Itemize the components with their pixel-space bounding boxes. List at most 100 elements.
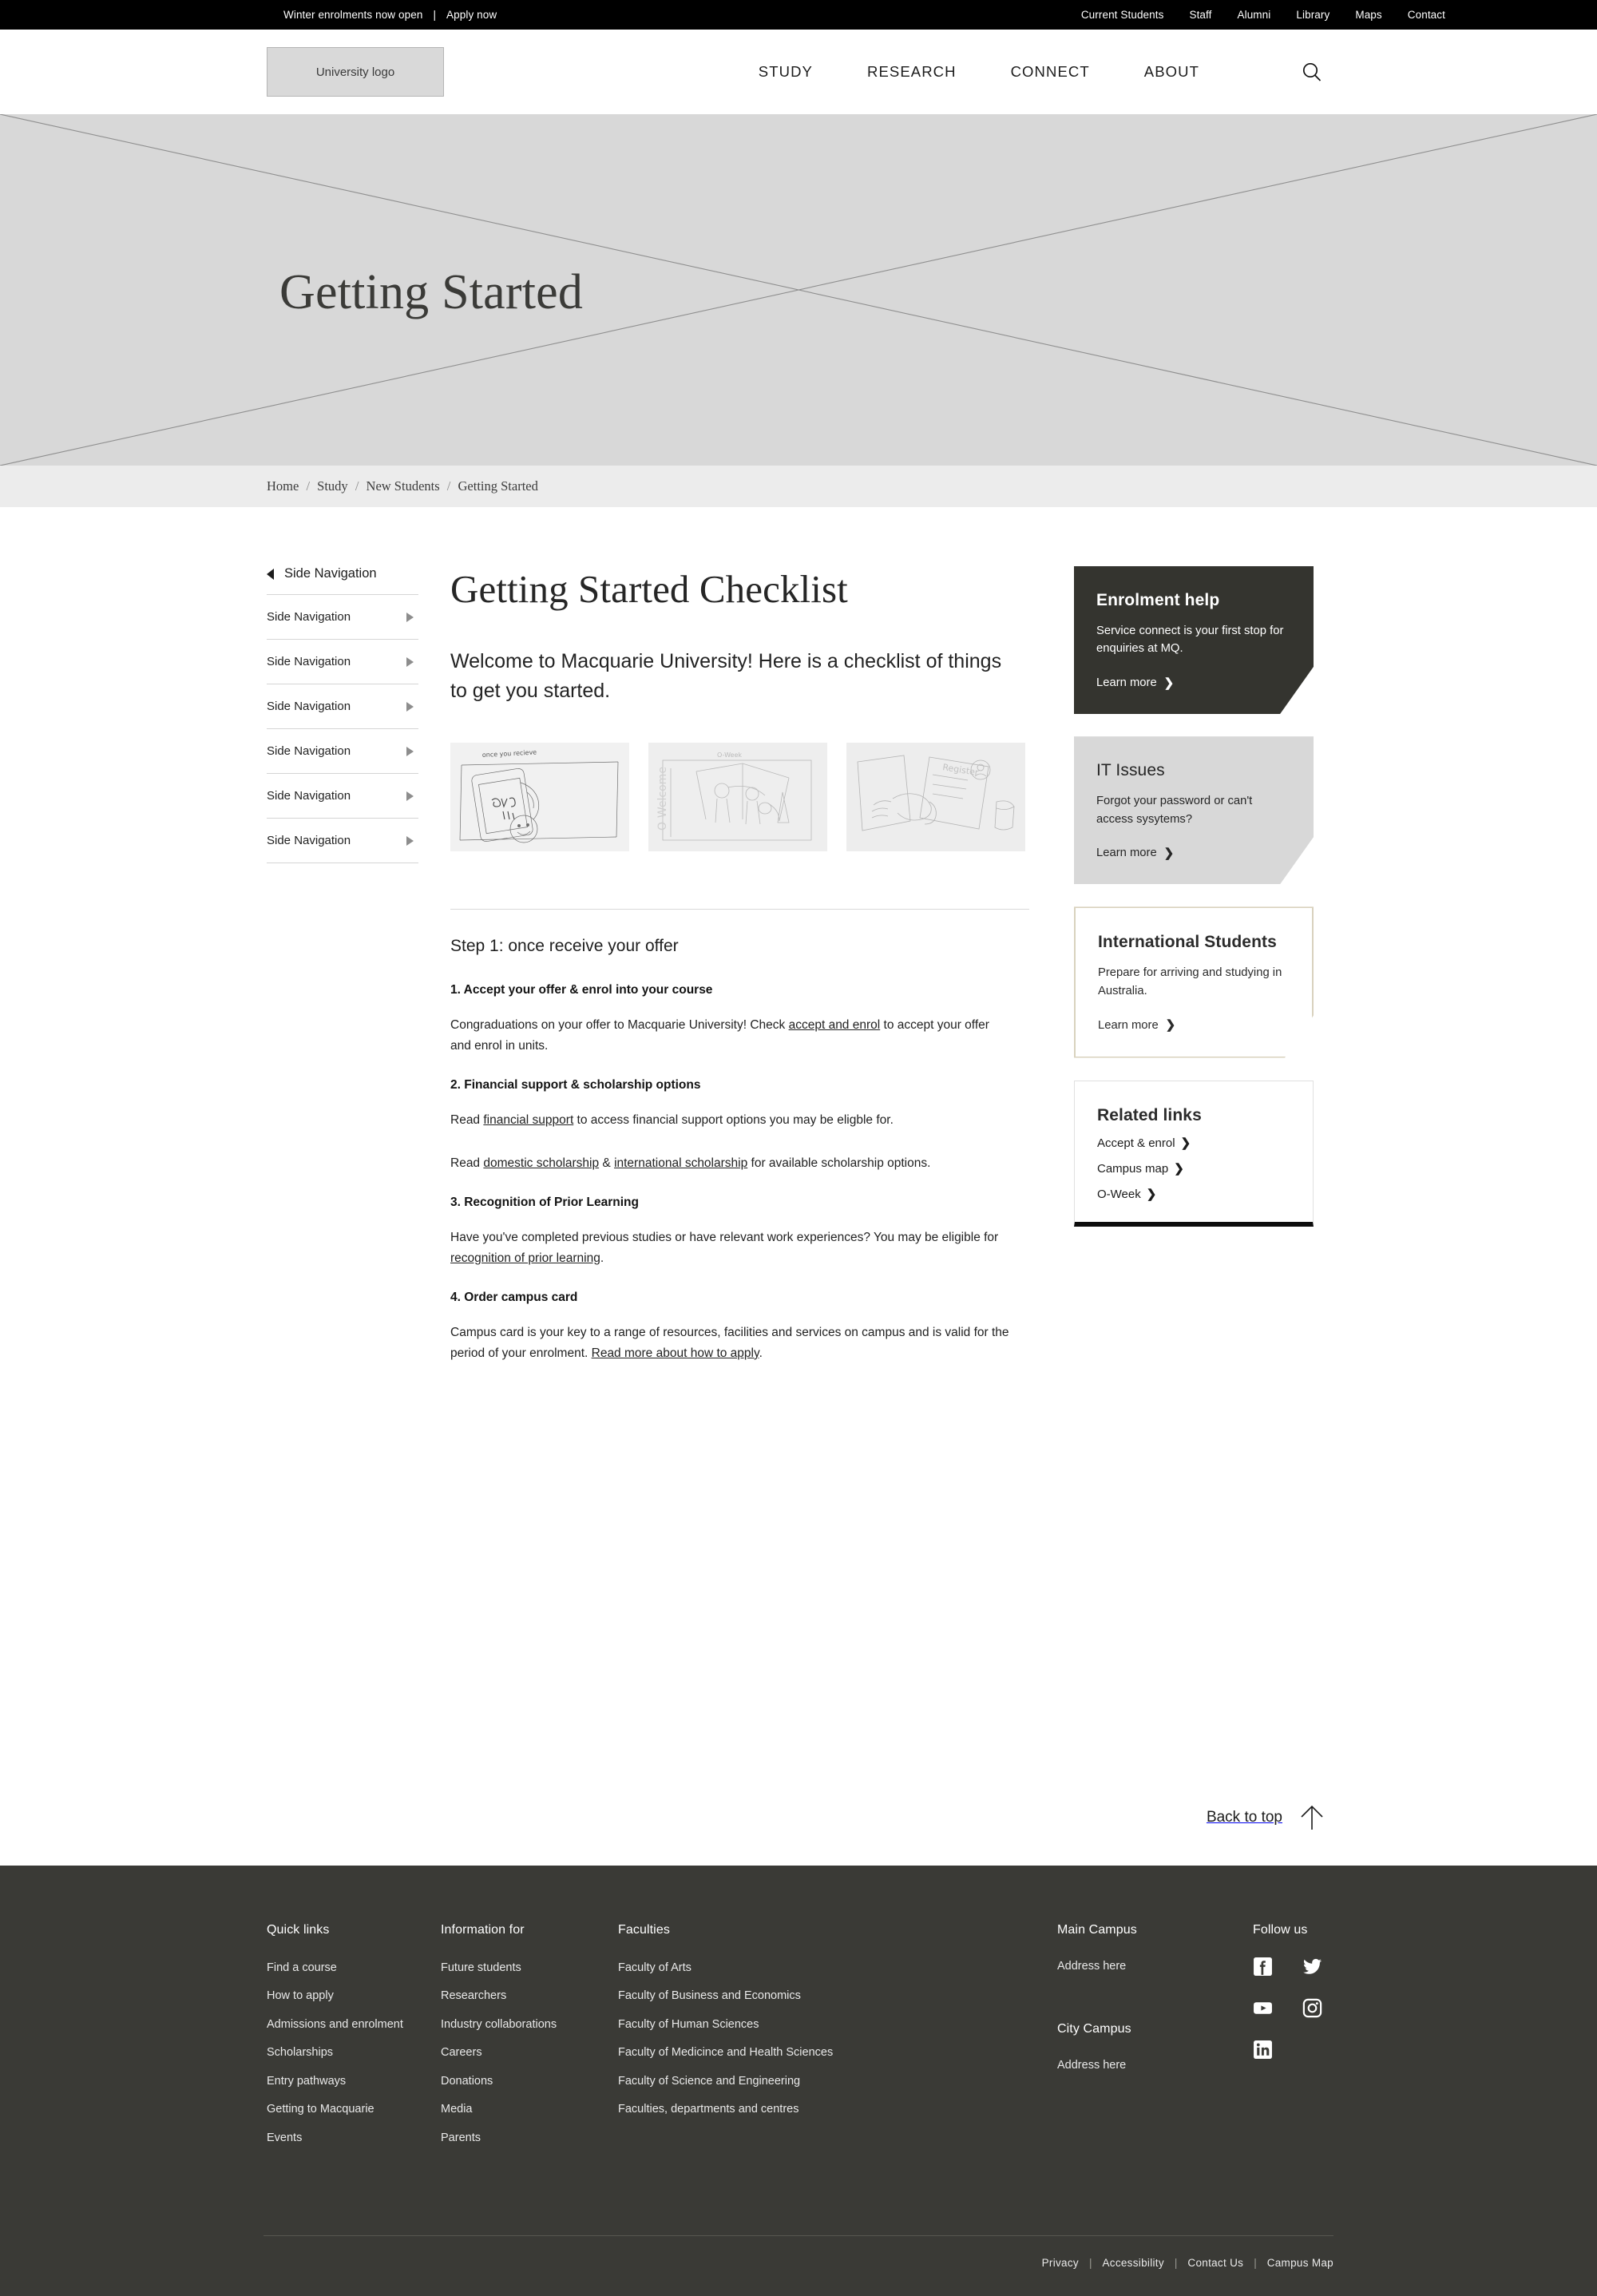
side-navigation: Side Navigation Side Navigation Side Nav…: [267, 566, 418, 863]
footer-legal-contact-us[interactable]: Contact Us: [1187, 2257, 1243, 2269]
section-4-body: Campus card is your key to a range of re…: [450, 1322, 1009, 1363]
chevron-right-icon: ❯: [1174, 1162, 1184, 1176]
section-2-body-1: Read financial support to access financi…: [450, 1110, 1009, 1131]
footer-link-admissions-and-enrolment[interactable]: Admissions and enrolment: [267, 2016, 441, 2033]
card-enrolment-help[interactable]: Enrolment help Service connect is your f…: [1074, 566, 1314, 715]
link-international-scholarship[interactable]: international scholarship: [614, 1156, 747, 1170]
sidebar-item-5[interactable]: Side Navigation: [267, 773, 418, 818]
sidebar-item-label: Side Navigation: [267, 610, 351, 624]
nav-item-research[interactable]: RESEARCH: [867, 63, 957, 81]
breadcrumb-item-study[interactable]: Study: [317, 478, 348, 494]
utility-link-contact[interactable]: Contact: [1408, 9, 1445, 21]
footer-link-faculty-business-economics[interactable]: Faculty of Business and Economics: [618, 1988, 953, 2005]
footer-link-media[interactable]: Media: [441, 2101, 618, 2118]
thumbnail-sketch-phone[interactable]: once you recieve: [450, 743, 629, 851]
footer-link-future-students[interactable]: Future students: [441, 1960, 618, 1977]
footer-link-faculty-arts[interactable]: Faculty of Arts: [618, 1960, 953, 1977]
cta-label: Learn more: [1098, 1018, 1159, 1032]
footer-link-find-a-course[interactable]: Find a course: [267, 1960, 441, 1977]
thumbnail-sketch-oweek[interactable]: O-Week O-Welcome: [648, 743, 827, 851]
card-it-issues[interactable]: IT Issues Forgot your password or can't …: [1074, 736, 1314, 885]
sidebar-item-6[interactable]: Side Navigation: [267, 818, 418, 863]
side-navigation-header[interactable]: Side Navigation: [267, 566, 418, 594]
link-financial-support[interactable]: financial support: [483, 1113, 573, 1127]
footer-link-faculties-departments-centres[interactable]: Faculties, departments and centres: [618, 2101, 953, 2118]
footer-link-entry-pathways[interactable]: Entry pathways: [267, 2073, 441, 2090]
triangle-right-icon: [406, 835, 414, 846]
svg-text:O-Welcome: O-Welcome: [656, 767, 669, 831]
footer-link-parents[interactable]: Parents: [441, 2130, 618, 2147]
promo-text: Winter enrolments now open: [283, 9, 423, 21]
section-2-p2-before: Read: [450, 1156, 484, 1170]
svg-text:O-Week: O-Week: [717, 751, 742, 759]
facebook-icon: [1254, 1957, 1272, 1976]
university-logo[interactable]: University logo: [267, 47, 444, 97]
footer-link-getting-to-macquarie[interactable]: Getting to Macquarie: [267, 2101, 441, 2118]
page-title: Getting Started: [279, 265, 584, 319]
chevron-right-icon: ❯: [1163, 846, 1175, 860]
sidebar-item-label: Side Navigation: [267, 744, 351, 758]
link-accept-and-enrol[interactable]: accept and enrol: [789, 1018, 881, 1032]
section-2-p1-before: Read: [450, 1113, 484, 1128]
social-link-youtube[interactable]: [1253, 1998, 1273, 2018]
instagram-icon: [1302, 1998, 1322, 2017]
utility-link-staff[interactable]: Staff: [1189, 9, 1211, 21]
breadcrumb-item-home[interactable]: Home: [267, 478, 299, 494]
apply-now-link[interactable]: Apply now: [446, 9, 497, 21]
nav-item-connect[interactable]: CONNECT: [1011, 63, 1090, 81]
social-link-linkedin[interactable]: [1253, 2040, 1273, 2060]
footer-link-faculty-medicine-health[interactable]: Faculty of Medicince and Health Sciences: [618, 2044, 953, 2061]
card-international-students[interactable]: International Students Prepare for arriv…: [1074, 906, 1314, 1058]
social-link-twitter[interactable]: [1302, 1957, 1322, 1977]
footer-link-careers[interactable]: Careers: [441, 2044, 618, 2061]
back-to-top-label: Back to top: [1206, 1808, 1282, 1826]
footer-column-campuses: Main Campus Address here City Campus Add…: [1057, 1923, 1253, 2159]
footer-link-donations[interactable]: Donations: [441, 2073, 618, 2090]
nav-item-study[interactable]: STUDY: [759, 63, 813, 81]
footer-link-how-to-apply[interactable]: How to apply: [267, 1988, 441, 2005]
related-link-accept-enrol[interactable]: Accept & enrol ❯: [1097, 1136, 1290, 1150]
sidebar-item-4[interactable]: Side Navigation: [267, 728, 418, 773]
sidebar-item-3[interactable]: Side Navigation: [267, 684, 418, 728]
social-icon-grid: [1253, 1957, 1327, 2072]
footer-link-faculty-science-engineering[interactable]: Faculty of Science and Engineering: [618, 2073, 953, 2090]
breadcrumb-bar: Home / Study / New Students / Getting St…: [0, 466, 1597, 507]
sidebar-item-2[interactable]: Side Navigation: [267, 639, 418, 684]
thumbnail-sketch-register[interactable]: Register: [846, 743, 1025, 851]
social-link-instagram[interactable]: [1302, 1998, 1322, 2018]
link-recognition-of-prior-learning[interactable]: recognition of prior learning: [450, 1251, 600, 1265]
related-links-list: Accept & enrol ❯ Campus map ❯ O-Week ❯: [1097, 1136, 1290, 1201]
triangle-right-icon: [406, 656, 414, 667]
utility-link-library[interactable]: Library: [1296, 9, 1330, 21]
footer-column-faculties: Faculties Faculty of Arts Faculty of Bus…: [618, 1923, 953, 2159]
section-2-body-2: Read domestic scholarship & internationa…: [450, 1153, 1009, 1174]
utility-link-maps[interactable]: Maps: [1355, 9, 1381, 21]
promo-separator: |: [433, 9, 437, 21]
social-link-facebook[interactable]: [1253, 1957, 1273, 1977]
footer-link-scholarships[interactable]: Scholarships: [267, 2044, 441, 2061]
footer-link-events[interactable]: Events: [267, 2130, 441, 2147]
breadcrumb-item-new-students[interactable]: New Students: [367, 478, 440, 494]
footer-legal-separator: |: [1174, 2256, 1178, 2269]
card-enrolment-help-cta[interactable]: Learn more ❯: [1096, 676, 1174, 689]
footer-legal-privacy[interactable]: Privacy: [1042, 2257, 1079, 2269]
link-read-more-how-to-apply[interactable]: Read more about how to apply: [592, 1346, 759, 1360]
nav-item-about[interactable]: ABOUT: [1144, 63, 1199, 81]
footer-legal-accessibility[interactable]: Accessibility: [1102, 2257, 1163, 2269]
footer-link-researchers[interactable]: Researchers: [441, 1988, 618, 2005]
link-domestic-scholarship[interactable]: domestic scholarship: [483, 1156, 599, 1170]
sidebar-item-1[interactable]: Side Navigation: [267, 594, 418, 639]
search-button[interactable]: [1298, 58, 1326, 85]
back-to-top-button[interactable]: Back to top: [1207, 1802, 1327, 1833]
card-international-students-cta[interactable]: Learn more ❯: [1098, 1019, 1175, 1032]
footer-link-industry-collaborations[interactable]: Industry collaborations: [441, 2016, 618, 2033]
utility-link-current-students[interactable]: Current Students: [1081, 9, 1164, 21]
youtube-icon: [1254, 2001, 1272, 2014]
related-link-o-week[interactable]: O-Week ❯: [1097, 1188, 1290, 1201]
card-it-issues-cta[interactable]: Learn more ❯: [1096, 847, 1174, 859]
related-link-campus-map[interactable]: Campus map ❯: [1097, 1162, 1290, 1176]
section-3-text-after: .: [600, 1251, 604, 1265]
utility-link-alumni[interactable]: Alumni: [1238, 9, 1271, 21]
footer-link-faculty-human-sciences[interactable]: Faculty of Human Sciences: [618, 2016, 953, 2033]
footer-legal-campus-map[interactable]: Campus Map: [1267, 2257, 1333, 2269]
